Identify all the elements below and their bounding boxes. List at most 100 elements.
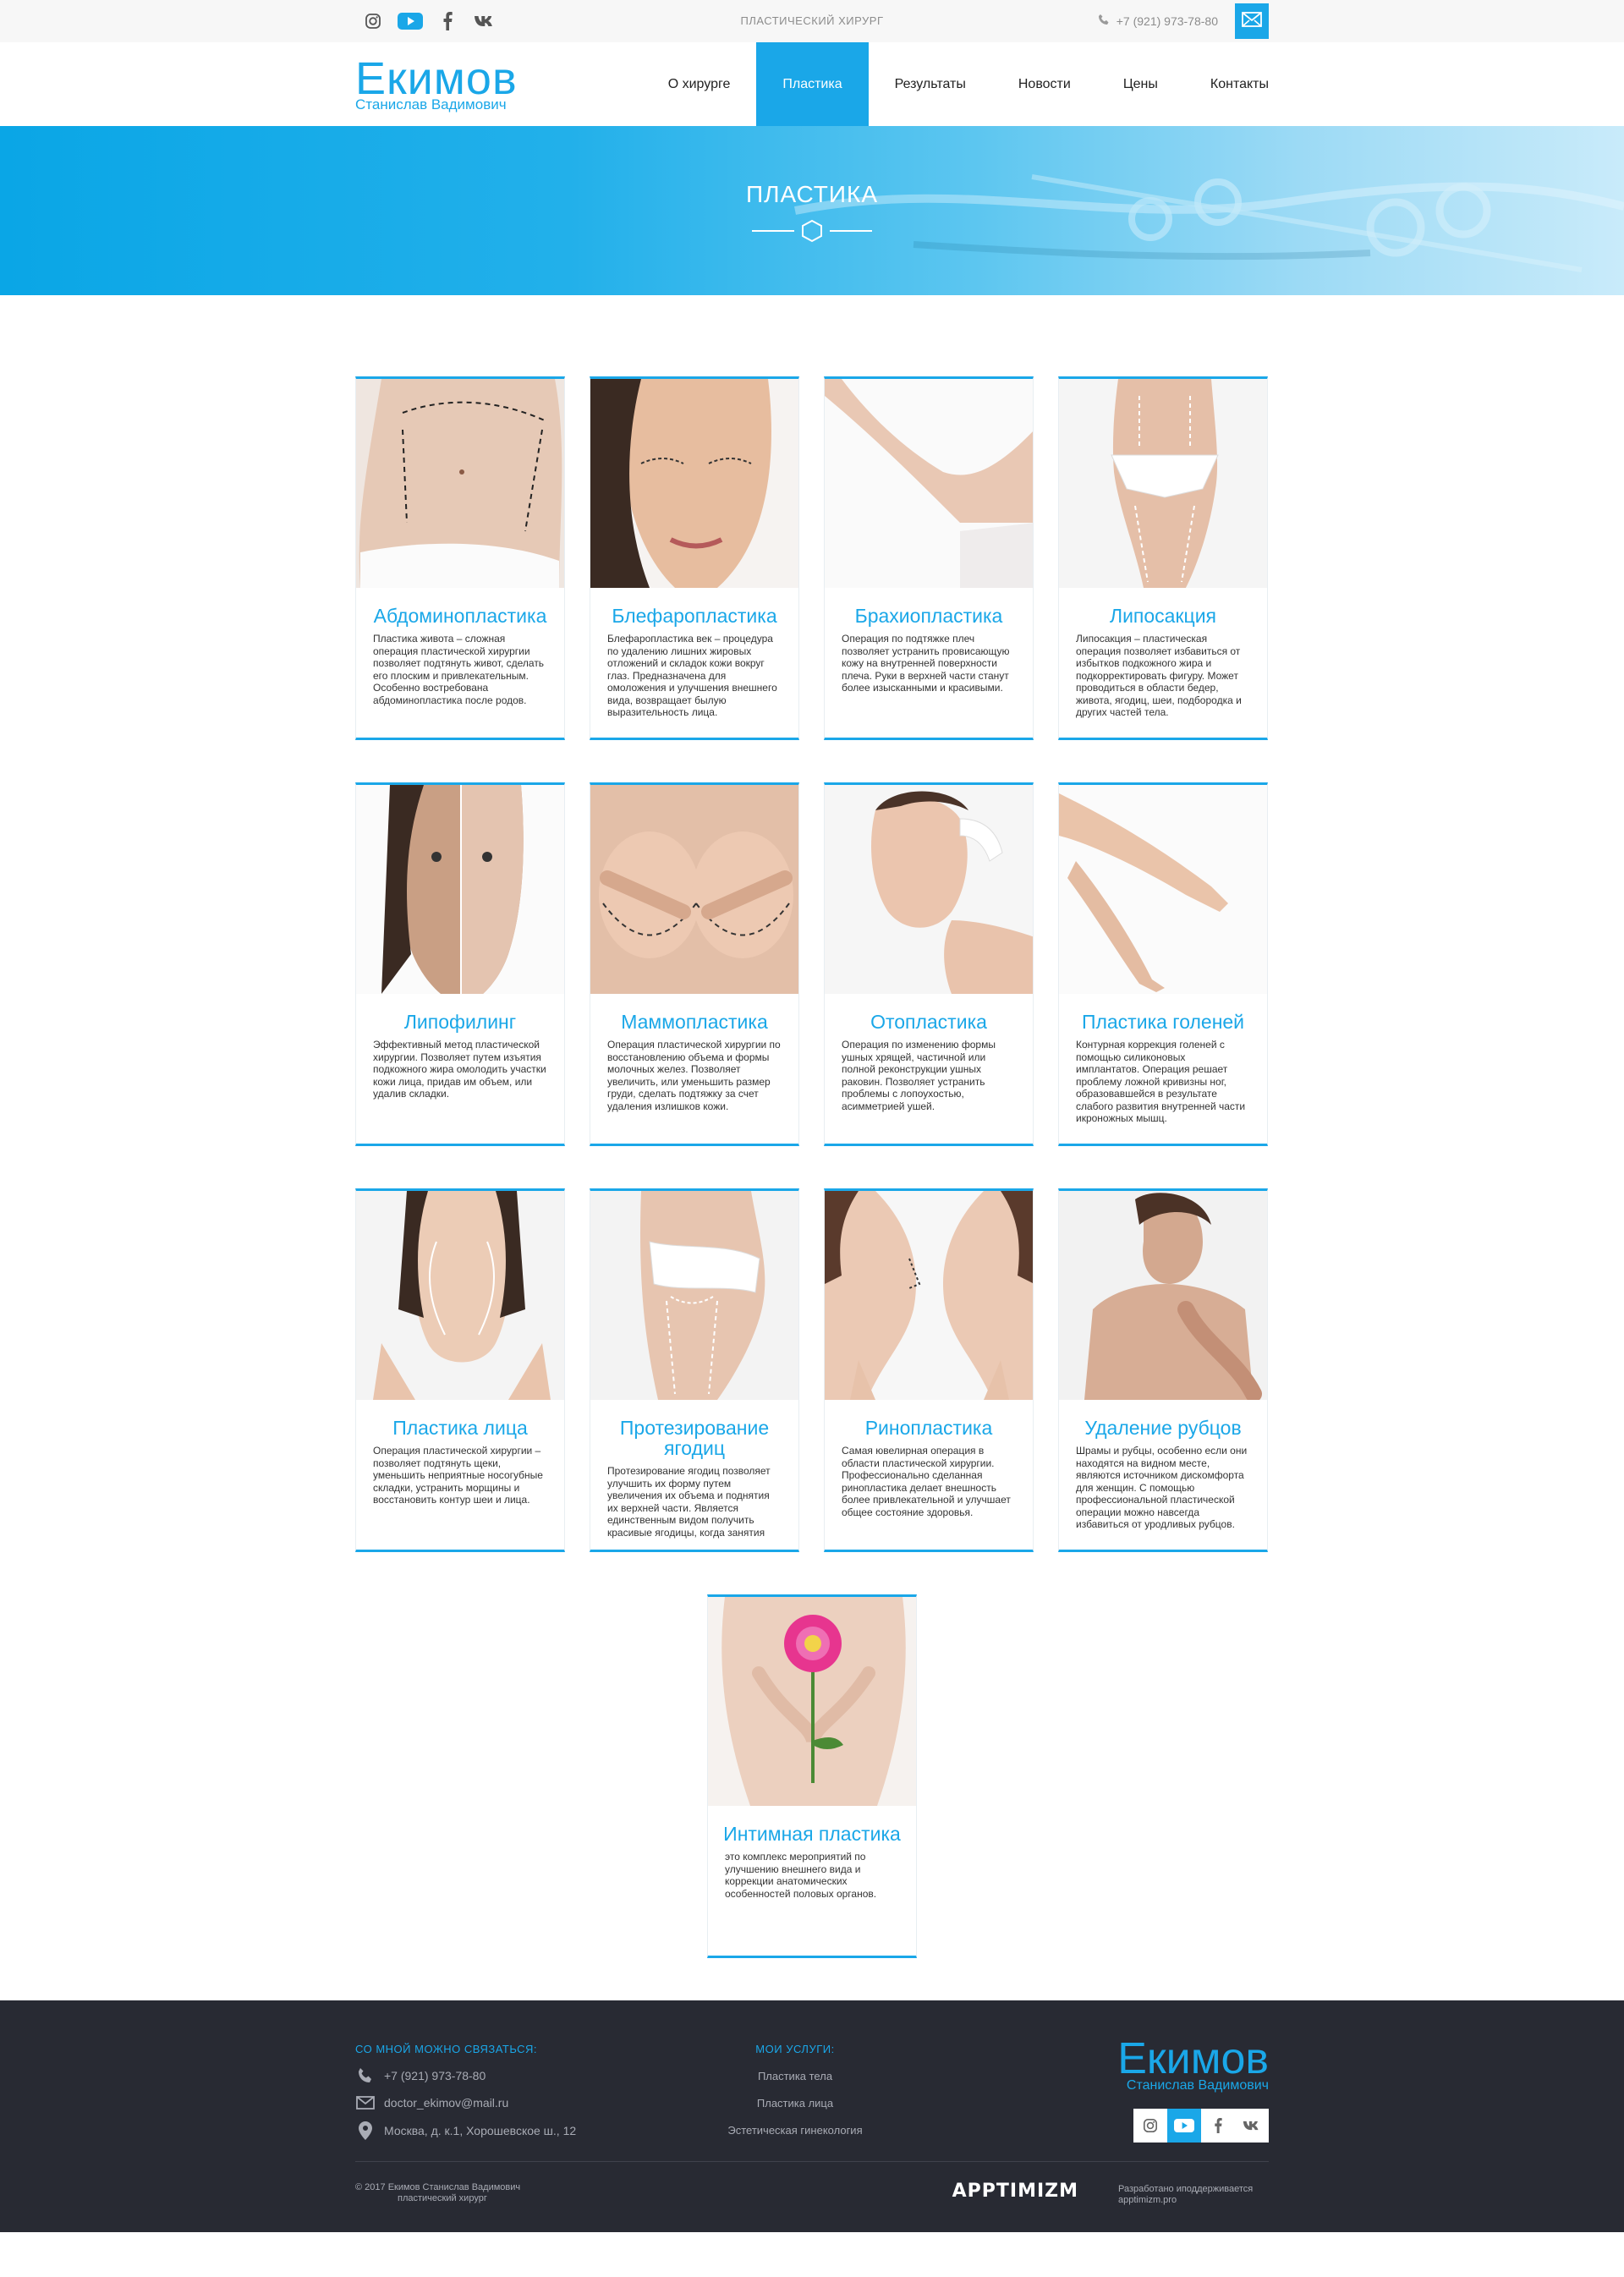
card-image bbox=[1059, 379, 1267, 588]
footer-logo-subtitle: Станислав Вадимович bbox=[1126, 2078, 1269, 2093]
procedure-card[interactable]: Удаление рубцов Шрамы и рубцы, особенно … bbox=[1058, 1188, 1268, 1552]
card-title: Липосакция bbox=[1109, 605, 1217, 627]
footer-service-link[interactable]: Пластика лица bbox=[719, 2097, 871, 2110]
procedure-card[interactable]: Ринопластика Самая ювелирная операция в … bbox=[824, 1188, 1034, 1552]
card-text: Контурная коррекция голеней с помощью си… bbox=[1076, 1039, 1246, 1124]
mail-icon bbox=[1242, 11, 1262, 31]
footer-service-link[interactable]: Эстетическая гинекология bbox=[719, 2124, 871, 2137]
instagram-icon[interactable] bbox=[1133, 2109, 1167, 2143]
logo-subtitle: Станислав Вадимович bbox=[355, 96, 507, 112]
footer-phone-number: +7 (921) 973-78-80 bbox=[384, 2069, 486, 2082]
card-title: Протезирование ягодиц bbox=[619, 1417, 770, 1459]
copyright-line: © 2017 Екимов Станислав Вадимович bbox=[355, 2182, 521, 2192]
site-logo[interactable]: Екимов Станислав Вадимович bbox=[355, 53, 518, 113]
card-text: Шрамы и рубцы, особенно если они находят… bbox=[1076, 1445, 1248, 1530]
footer-copyright: © 2017 Екимов Станислав Вадимович пласти… bbox=[355, 2182, 520, 2204]
mail-icon bbox=[355, 2096, 376, 2110]
card-text: Блефаропластика век – процедура по удале… bbox=[607, 633, 777, 718]
top-bar: ПЛАСТИЧЕСКИЙ ХИРУРГ +7 (921) 973-78-80 bbox=[0, 0, 1624, 42]
card-image bbox=[1059, 1191, 1267, 1400]
card-title: Пластика лица bbox=[392, 1417, 528, 1439]
vk-icon[interactable] bbox=[1235, 2109, 1269, 2143]
cards-row: Интимная пластика это комплекс мероприят… bbox=[355, 1594, 1269, 1958]
youtube-icon[interactable] bbox=[392, 3, 428, 39]
card-text: Операция пластической хирургии по восста… bbox=[607, 1039, 781, 1112]
vk-icon[interactable] bbox=[467, 3, 502, 39]
footer-email[interactable]: doctor_ekimov@mail.ru bbox=[355, 2096, 576, 2110]
card-title: Абдоминопластика bbox=[373, 605, 547, 627]
card-image bbox=[356, 785, 564, 994]
card-text: Операция по подтяжке плеч позволяет устр… bbox=[842, 633, 1010, 694]
procedure-card[interactable]: Пластика лица Операция пластической хиру… bbox=[355, 1188, 565, 1552]
footer-contacts-heading: СО МНОЙ МОЖНО СВЯЗАТЬСЯ: bbox=[355, 2043, 537, 2055]
procedure-card[interactable]: Липосакция Липосакция – пластическая опе… bbox=[1058, 376, 1268, 740]
surgical-tools-image bbox=[794, 174, 1624, 272]
footer-phone[interactable]: +7 (921) 973-78-80 bbox=[355, 2067, 576, 2084]
card-image bbox=[590, 379, 798, 588]
cards-row: Абдоминопластика Пластика живота – сложн… bbox=[355, 376, 1269, 740]
procedure-card[interactable]: Протезирование ягодиц Протезирование яго… bbox=[590, 1188, 799, 1552]
footer-service-link[interactable]: Пластика тела bbox=[719, 2070, 871, 2082]
card-title: Отопластика bbox=[870, 1011, 987, 1033]
nav-prices[interactable]: Цены bbox=[1097, 42, 1184, 126]
footer-contacts: СО МНОЙ МОЖНО СВЯЗАТЬСЯ: +7 (921) 973-78… bbox=[355, 2043, 576, 2140]
mail-button[interactable] bbox=[1235, 3, 1269, 39]
map-pin-icon bbox=[355, 2121, 376, 2140]
card-text: Операция пластической хирургии – позволя… bbox=[373, 1445, 543, 1506]
nav-results[interactable]: Результаты bbox=[869, 42, 992, 126]
procedure-card[interactable]: Пластика голеней Контурная коррекция гол… bbox=[1058, 782, 1268, 1146]
footer-services: МОИ УСЛУГИ: Пластика тела Пластика лица … bbox=[719, 2043, 871, 2137]
card-title: Ринопластика bbox=[864, 1417, 993, 1439]
title-ornament bbox=[752, 219, 872, 243]
facebook-icon[interactable] bbox=[1201, 2109, 1235, 2143]
card-image bbox=[825, 785, 1033, 994]
card-text: Операция по изменению формы ушных хрящей… bbox=[842, 1039, 996, 1112]
card-text: это комплекс мероприятий по улучшению вн… bbox=[725, 1851, 877, 1900]
footer-address-text: Москва, д. к.1, Хорошевское ш., 12 bbox=[384, 2124, 577, 2137]
instagram-icon[interactable] bbox=[355, 3, 391, 39]
procedure-card[interactable]: Липофилинг Эффективный метод пластическо… bbox=[355, 782, 565, 1146]
page-title: ПЛАСТИКА bbox=[745, 181, 879, 207]
top-phone[interactable]: +7 (921) 973-78-80 bbox=[1098, 14, 1218, 28]
card-title: Брахиопластика bbox=[854, 605, 1003, 627]
card-image bbox=[356, 379, 564, 588]
card-title: Удаление рубцов bbox=[1084, 1417, 1242, 1439]
nav-plastika[interactable]: Пластика bbox=[756, 42, 869, 126]
nav-about[interactable]: О хирурге bbox=[642, 42, 757, 126]
social-links bbox=[355, 3, 502, 39]
procedure-card[interactable]: Брахиопластика Операция по подтяжке плеч… bbox=[824, 376, 1034, 740]
logo-name: Екимов bbox=[355, 53, 518, 104]
card-title: Маммопластика bbox=[621, 1011, 768, 1033]
procedure-card[interactable]: Отопластика Операция по изменению формы … bbox=[824, 782, 1034, 1146]
card-text: Пластика живота – сложная операция пласт… bbox=[373, 633, 545, 706]
card-image bbox=[590, 1191, 798, 1400]
hexagon-icon bbox=[802, 219, 822, 243]
procedure-card[interactable]: Интимная пластика это комплекс мероприят… bbox=[707, 1594, 917, 1958]
card-text: Липосакция – пластическая операция позво… bbox=[1076, 633, 1242, 718]
procedure-card[interactable]: Абдоминопластика Пластика живота – сложн… bbox=[355, 376, 565, 740]
developer-logo[interactable]: APPTIMIZM bbox=[952, 2181, 1078, 2202]
page-banner: ПЛАСТИКА bbox=[0, 126, 1624, 295]
card-title: Пластика голеней bbox=[1081, 1011, 1245, 1033]
developer-credit: Разработано иподдерживается apptimizm.pr… bbox=[1118, 2184, 1269, 2206]
top-phone-number: +7 (921) 973-78-80 bbox=[1116, 14, 1218, 28]
card-image bbox=[708, 1597, 916, 1806]
nav-news[interactable]: Новости bbox=[992, 42, 1097, 126]
footer-email-address: doctor_ekimov@mail.ru bbox=[384, 2096, 509, 2110]
nav-contacts[interactable]: Контакты bbox=[1184, 42, 1269, 126]
procedure-card[interactable]: Маммопластика Операция пластической хиру… bbox=[590, 782, 799, 1146]
youtube-icon[interactable] bbox=[1167, 2109, 1201, 2143]
footer-social-links bbox=[1133, 2109, 1269, 2143]
card-image bbox=[825, 1191, 1033, 1400]
procedure-card[interactable]: Блефаропластика Блефаропластика век – пр… bbox=[590, 376, 799, 740]
footer-logo[interactable]: Екимов Станислав Вадимович bbox=[1117, 2037, 1269, 2093]
facebook-icon[interactable] bbox=[430, 3, 465, 39]
developer-site[interactable]: apptimizm.pro bbox=[1118, 2195, 1269, 2206]
procedures-grid: Абдоминопластика Пластика живота – сложн… bbox=[355, 295, 1269, 1958]
footer-address: Москва, д. к.1, Хорошевское ш., 12 bbox=[355, 2121, 576, 2140]
card-title: Блефаропластика bbox=[612, 605, 777, 627]
site-footer: СО МНОЙ МОЖНО СВЯЗАТЬСЯ: +7 (921) 973-78… bbox=[0, 2000, 1624, 2232]
phone-icon bbox=[1098, 14, 1110, 28]
site-header: Екимов Станислав Вадимович О хирурге Пла… bbox=[0, 42, 1624, 126]
card-image bbox=[590, 785, 798, 994]
